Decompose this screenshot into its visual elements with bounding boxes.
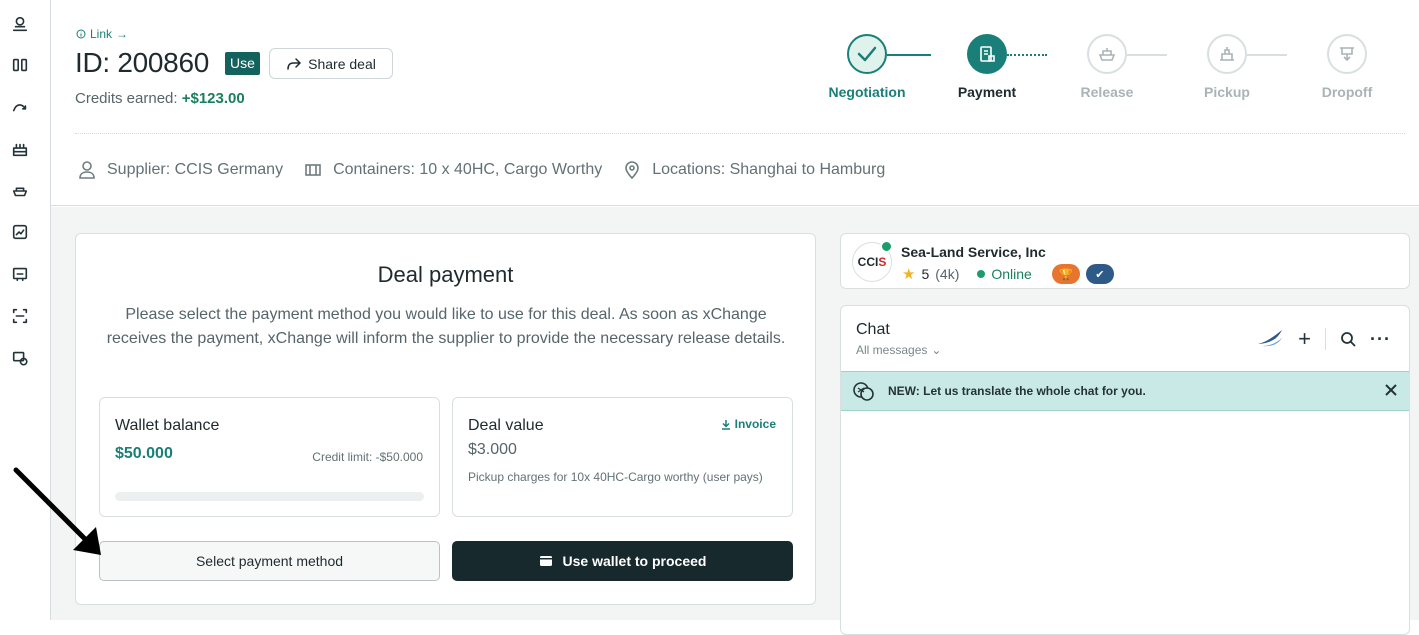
payment-title: Deal payment xyxy=(377,262,514,287)
seller-name: Sea-Land Service, Inc xyxy=(901,244,1046,260)
step-label: Payment xyxy=(957,84,1017,100)
seller-meta: ★ 5 (4k) Online 🏆 ✔ xyxy=(902,264,1114,284)
payment-icon xyxy=(967,34,1007,74)
inventory-icon[interactable] xyxy=(10,264,30,284)
location-pin-icon xyxy=(625,161,640,180)
use-badge: Use xyxy=(225,52,260,75)
step-label: Pickup xyxy=(1204,84,1250,100)
company-logo-icon xyxy=(1258,330,1283,347)
share-deal-button[interactable]: Share deal xyxy=(269,48,393,79)
profile-icon[interactable] xyxy=(10,14,30,34)
seller-reviews: (4k) xyxy=(935,266,960,282)
step-release[interactable]: Release xyxy=(1047,34,1167,100)
use-wallet-label: Use wallet to proceed xyxy=(562,553,707,569)
annotation-arrow-icon xyxy=(13,467,101,555)
billing-icon[interactable] xyxy=(10,348,30,368)
chat-filter-dropdown[interactable]: All messages ⌄ xyxy=(856,343,941,357)
credits-value: +$123.00 xyxy=(181,90,245,107)
check-icon xyxy=(847,34,887,74)
step-payment[interactable]: Payment xyxy=(927,34,1047,100)
ship-icon xyxy=(1087,34,1127,74)
containers-info: Containers: 10 x 40HC, Cargo Worthy xyxy=(303,160,602,180)
factory-icon[interactable] xyxy=(10,139,30,159)
chevron-down-icon: ⌄ xyxy=(931,343,942,357)
credits-label: Credits earned: xyxy=(75,90,182,107)
scan-icon[interactable] xyxy=(10,306,30,326)
step-label: Dropoff xyxy=(1321,84,1373,100)
step-pickup[interactable]: Pickup xyxy=(1167,34,1287,100)
wallet-icon xyxy=(539,556,552,566)
locations-text: Locations: Shanghai to Hamburg xyxy=(652,161,886,178)
seller-status: Online xyxy=(991,266,1032,282)
search-icon[interactable] xyxy=(1340,331,1356,347)
container-icon xyxy=(305,164,321,176)
deal-payment-card: Deal payment Please select the payment m… xyxy=(75,233,816,605)
select-payment-method-button[interactable]: Select payment method xyxy=(99,541,440,581)
step-label: Release xyxy=(1080,84,1134,100)
star-icon: ★ xyxy=(902,266,916,283)
deal-value-title: Deal value xyxy=(468,417,544,434)
more-options-icon[interactable]: ··· xyxy=(1370,329,1391,350)
translate-banner: NEW: Let us translate the whole chat for… xyxy=(841,371,1409,411)
containers-text: Containers: 10 x 40HC, Cargo Worthy xyxy=(333,161,603,178)
invoice-link[interactable]: Invoice xyxy=(721,417,776,431)
deal-info-row: Supplier: CCIS Germany Containers: 10 x … xyxy=(77,160,885,180)
wallet-amount: $50.000 xyxy=(115,445,173,462)
link-label: Link xyxy=(90,27,113,41)
step-dropoff[interactable]: Dropoff xyxy=(1287,34,1407,100)
use-wallet-button[interactable]: Use wallet to proceed xyxy=(452,541,793,581)
verified-icon xyxy=(880,240,893,253)
seller-card: CCI S Sea-Land Service, Inc ★ 5 (4k) Onli… xyxy=(840,233,1410,289)
seller-rating: 5 xyxy=(921,266,930,282)
supplier-text: Supplier: CCIS Germany xyxy=(107,161,284,178)
trophy-icon: 🏆 xyxy=(1051,264,1080,284)
invoice-label: Invoice xyxy=(734,417,776,431)
deal-id: ID: 200860 xyxy=(75,47,209,78)
dropoff-icon xyxy=(1327,34,1367,74)
chat-title: Chat xyxy=(856,321,890,338)
supplier-info: Supplier: CCIS Germany xyxy=(77,160,283,180)
chat-filter-label: All messages xyxy=(856,343,928,357)
step-negotiation[interactable]: Negotiation xyxy=(807,34,927,100)
main-area: Link → ID: 200860 Use Share deal Credits… xyxy=(13,0,1419,635)
toolbar-separator xyxy=(1325,328,1327,350)
shield-icon: ✔ xyxy=(1085,264,1114,284)
dashboard-icon[interactable] xyxy=(10,55,30,75)
online-dot-icon xyxy=(977,270,986,278)
download-icon xyxy=(721,419,730,430)
wallet-balance-box: Wallet balance $50.000 Credit limit: -$5… xyxy=(99,397,440,517)
deal-header: Link → ID: 200860 Use Share deal Credits… xyxy=(51,0,1419,206)
translate-icon xyxy=(853,382,874,401)
progress-stepper: Negotiation Payment Release Pickup Dropo… xyxy=(811,34,1401,104)
translate-banner-text: NEW: Let us translate the whole chat for… xyxy=(888,384,1146,398)
user-icon xyxy=(79,161,95,179)
header-divider xyxy=(75,133,1405,134)
close-icon[interactable] xyxy=(1384,383,1398,397)
share-label: Share deal xyxy=(308,55,376,72)
credits-earned: Credits earned: +$123.00 xyxy=(75,90,245,107)
chat-panel: Chat All messages ⌄ + ··· NEW: Let us tr… xyxy=(840,305,1410,635)
wallet-title: Wallet balance xyxy=(115,417,220,434)
locations-info: Locations: Shanghai to Hamburg xyxy=(622,160,885,180)
share-icon xyxy=(287,57,301,70)
arrow-right-icon: → xyxy=(116,27,129,41)
deal-link[interactable]: Link → xyxy=(76,27,128,41)
info-icon xyxy=(76,29,86,39)
wallet-progress-bar xyxy=(115,492,424,501)
seller-logo-text: S xyxy=(878,255,887,269)
step-label: Negotiation xyxy=(828,84,906,100)
deal-value-box: Deal value Invoice $3.000 Pickup charges… xyxy=(452,397,793,517)
analytics-icon[interactable] xyxy=(10,97,30,117)
container-icon[interactable] xyxy=(10,181,30,201)
credit-limit: Credit limit: -$50.000 xyxy=(312,450,423,464)
deal-amount: $3.000 xyxy=(468,441,517,458)
add-icon[interactable]: + xyxy=(1298,328,1311,350)
payment-description: Please select the payment method you wou… xyxy=(106,306,786,347)
trade-icon[interactable] xyxy=(10,222,30,242)
chat-tools: + ··· xyxy=(1256,328,1391,350)
deal-note: Pickup charges for 10x 40HC-Cargo worthy… xyxy=(468,470,763,484)
pickup-icon xyxy=(1207,34,1247,74)
